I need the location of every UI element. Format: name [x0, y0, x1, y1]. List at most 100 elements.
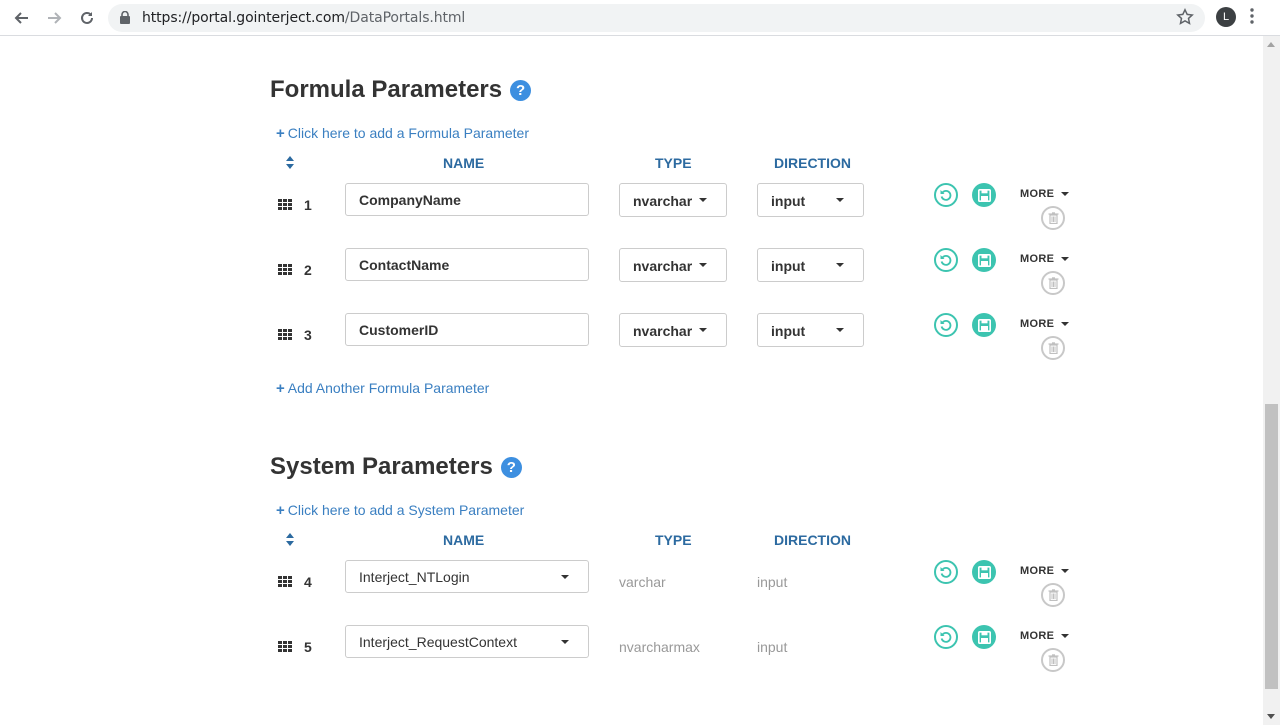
row-number: 2	[304, 262, 312, 278]
drag-handle-icon[interactable]	[278, 264, 292, 275]
add-formula-parameter-label: Click here to add a Formula Parameter	[287, 125, 529, 141]
system-parameter-select[interactable]: Interject_RequestContext	[345, 625, 589, 658]
plus-icon: +	[276, 125, 285, 142]
more-menu-button[interactable]: MORE	[1020, 253, 1070, 265]
url-text: https://portal.gointerject.com/DataPorta…	[142, 10, 466, 26]
undo-icon[interactable]	[934, 625, 958, 649]
back-icon[interactable]	[10, 6, 34, 30]
scroll-up-arrow-icon[interactable]	[1267, 42, 1275, 47]
parameter-name-input[interactable]: ContactName	[345, 248, 589, 281]
type-column-header: TYPE	[655, 155, 692, 171]
undo-icon[interactable]	[934, 560, 958, 584]
reload-icon[interactable]	[75, 6, 99, 30]
save-icon[interactable]	[972, 560, 996, 584]
drag-handle-icon[interactable]	[278, 576, 292, 587]
undo-icon[interactable]	[934, 313, 958, 337]
type-dropdown[interactable]: nvarchar	[619, 183, 727, 217]
row-number: 4	[304, 574, 312, 590]
undo-icon[interactable]	[934, 248, 958, 272]
caret-down-icon	[561, 575, 569, 579]
caret-down-icon	[1061, 192, 1070, 196]
profile-avatar[interactable]: L	[1216, 7, 1236, 27]
add-system-parameter-label: Click here to add a System Parameter	[287, 502, 525, 518]
caret-down-icon	[836, 263, 844, 267]
type-value: nvarcharmax	[619, 639, 700, 655]
sort-icon[interactable]	[286, 533, 294, 546]
row-number: 1	[304, 197, 312, 213]
more-menu-button[interactable]: MORE	[1020, 318, 1070, 330]
parameter-name-input[interactable]: CustomerID	[345, 313, 589, 346]
page-scrollbar[interactable]	[1263, 36, 1280, 725]
system-parameter-select[interactable]: Interject_NTLogin	[345, 560, 589, 593]
trash-icon[interactable]	[1041, 206, 1065, 230]
lock-icon	[120, 10, 130, 29]
caret-down-icon	[699, 328, 707, 332]
type-column-header: TYPE	[655, 532, 692, 548]
direction-column-header: DIRECTION	[774, 155, 851, 171]
save-icon[interactable]	[972, 248, 996, 272]
direction-value: input	[757, 574, 788, 590]
drag-handle-icon[interactable]	[278, 329, 292, 340]
system-parameter-select-value: Interject_RequestContext	[359, 634, 517, 650]
direction-dropdown[interactable]: input	[757, 248, 864, 282]
trash-icon[interactable]	[1041, 583, 1065, 607]
type-value: varchar	[619, 574, 666, 590]
direction-column-header: DIRECTION	[774, 532, 851, 548]
drag-handle-icon[interactable]	[278, 641, 292, 652]
forward-icon[interactable]	[42, 6, 66, 30]
save-icon[interactable]	[972, 183, 996, 207]
address-bar[interactable]: https://portal.gointerject.com/DataPorta…	[108, 4, 1205, 32]
parameter-name-input[interactable]: CompanyName	[345, 183, 589, 216]
direction-dropdown-value: input	[771, 193, 806, 209]
plus-icon: +	[276, 380, 285, 397]
system-title-text: System Parameters	[270, 453, 493, 480]
plus-icon: +	[276, 502, 285, 519]
type-dropdown[interactable]: nvarchar	[619, 248, 727, 282]
system-parameter-select-value: Interject_NTLogin	[359, 569, 470, 585]
type-dropdown-value: nvarchar	[633, 258, 693, 274]
add-formula-parameter-link[interactable]: + Click here to add a Formula Parameter	[276, 125, 529, 142]
system-parameters-title: System Parameters ?	[270, 453, 522, 481]
trash-icon[interactable]	[1041, 336, 1065, 360]
type-dropdown-value: nvarchar	[633, 323, 693, 339]
direction-dropdown[interactable]: input	[757, 313, 864, 347]
more-menu-button[interactable]: MORE	[1020, 630, 1070, 642]
caret-down-icon	[836, 328, 844, 332]
caret-down-icon	[1061, 569, 1070, 573]
direction-value: input	[757, 639, 788, 655]
add-another-formula-parameter-link[interactable]: + Add Another Formula Parameter	[276, 380, 489, 397]
caret-down-icon	[836, 198, 844, 202]
scroll-down-arrow-icon[interactable]	[1267, 714, 1275, 719]
more-menu-button[interactable]: MORE	[1020, 188, 1070, 200]
caret-down-icon	[699, 263, 707, 267]
direction-dropdown-value: input	[771, 258, 806, 274]
undo-icon[interactable]	[934, 183, 958, 207]
add-another-formula-parameter-label: Add Another Formula Parameter	[287, 380, 490, 396]
menu-kebab-icon[interactable]	[1250, 8, 1254, 29]
type-dropdown-value: nvarchar	[633, 193, 693, 209]
more-menu-button[interactable]: MORE	[1020, 565, 1070, 577]
bookmark-star-icon[interactable]	[1176, 8, 1194, 31]
formula-title-text: Formula Parameters	[270, 76, 503, 103]
caret-down-icon	[1061, 634, 1070, 638]
save-icon[interactable]	[972, 625, 996, 649]
help-icon[interactable]: ?	[510, 79, 532, 101]
save-icon[interactable]	[972, 313, 996, 337]
sort-icon[interactable]	[286, 156, 294, 169]
trash-icon[interactable]	[1041, 648, 1065, 672]
drag-handle-icon[interactable]	[278, 199, 292, 210]
name-column-header: NAME	[443, 155, 485, 171]
row-number: 5	[304, 639, 312, 655]
add-system-parameter-link[interactable]: + Click here to add a System Parameter	[276, 502, 524, 519]
trash-icon[interactable]	[1041, 271, 1065, 295]
row-number: 3	[304, 327, 312, 343]
help-icon[interactable]: ?	[500, 456, 522, 478]
direction-dropdown-value: input	[771, 323, 806, 339]
caret-down-icon	[1061, 322, 1070, 326]
caret-down-icon	[1061, 257, 1070, 261]
scroll-thumb[interactable]	[1265, 404, 1278, 689]
direction-dropdown[interactable]: input	[757, 183, 864, 217]
caret-down-icon	[699, 198, 707, 202]
type-dropdown[interactable]: nvarchar	[619, 313, 727, 347]
formula-parameters-title: Formula Parameters ?	[270, 76, 532, 104]
